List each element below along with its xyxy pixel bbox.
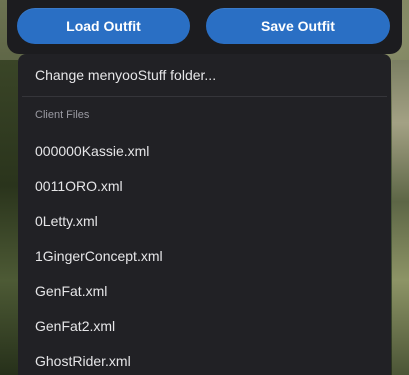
background-scene-left [0, 60, 18, 375]
file-item[interactable]: 1GingerConcept.xml [18, 238, 391, 273]
background-scene-right [392, 60, 409, 375]
save-outfit-button[interactable]: Save Outfit [206, 8, 390, 44]
file-item[interactable]: 000000Kassie.xml [18, 133, 391, 168]
file-item[interactable]: GenFat2.xml [18, 308, 391, 343]
load-outfit-button[interactable]: Load Outfit [17, 8, 190, 44]
load-outfit-dropdown-menu: Change menyooStuff folder... Client File… [18, 54, 391, 375]
file-item[interactable]: 0011ORO.xml [18, 168, 391, 203]
file-item[interactable]: GenFat.xml [18, 273, 391, 308]
outfit-toolbar: Load Outfit Save Outfit [7, 0, 402, 54]
file-item[interactable]: 0Letty.xml [18, 203, 391, 238]
file-item[interactable]: GhostRider.xml [18, 343, 391, 375]
client-files-section-label: Client Files [35, 109, 90, 121]
change-folder-menu-item[interactable]: Change menyooStuff folder... [18, 54, 391, 96]
